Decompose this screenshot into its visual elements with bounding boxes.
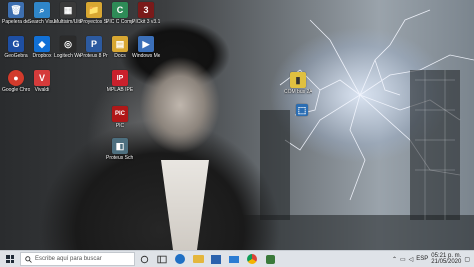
simulator-icon: ◧ xyxy=(112,138,128,154)
compiler-icon: C xyxy=(112,2,128,18)
desktop-icon-label: Logitech Webcam xyxy=(54,53,82,59)
desktop-icon-label: Docs xyxy=(114,53,126,59)
vivaldi-icon: V xyxy=(34,70,50,86)
wallpaper-collar xyxy=(161,160,209,250)
desktop-icon-label: Windows Media xyxy=(132,53,160,59)
clock-date: 21/05/2020 xyxy=(431,259,462,265)
pic-icon: PIC xyxy=(112,106,128,122)
desktop-icon-label: PIC xyxy=(115,123,125,129)
desktop-icon-pic-c-compiler[interactable]: C PIC C Compiler xyxy=(106,2,134,25)
desktop-icon-mplab-ipe[interactable]: IP MPLAB IPE xyxy=(106,70,134,93)
mplab-icon: IP xyxy=(112,70,128,86)
desktop-icon-label: Multisim/Ultiboard xyxy=(54,19,82,25)
desktop-icon-label: GeoGebra xyxy=(4,53,28,59)
cortana-button[interactable] xyxy=(135,251,153,267)
desktop-icon-label: PIC C Compiler xyxy=(106,19,134,25)
desktop-icon-dropbox[interactable]: ◆ Dropbox xyxy=(28,36,56,59)
desktop-icon-proteus[interactable]: P Proteus 8 Prof xyxy=(80,36,108,59)
desktop-icon-search-visual[interactable]: ⌕ Search Visual xyxy=(28,2,56,25)
desktop-icon-label: COM bus 2AH 20 M-3 xyxy=(284,89,312,95)
desktop-icon-shortcut[interactable]: ⬚ xyxy=(288,104,316,116)
desktop-icon-label: Proteus Sch Sim xyxy=(106,155,134,161)
mail-icon xyxy=(229,255,239,263)
folder-icon xyxy=(192,255,204,263)
taskbar-file-explorer[interactable] xyxy=(189,251,207,267)
desktop-icon-pickit3[interactable]: 3 PICkit 3 v3.10 xyxy=(132,2,160,25)
folder-icon: 📁 xyxy=(86,2,102,18)
desktop-icon-docs[interactable]: ▤ Docs xyxy=(106,36,134,59)
proteus-icon: P xyxy=(86,36,102,52)
windows-logo-icon xyxy=(6,255,14,263)
document-icon: ▤ xyxy=(112,36,128,52)
chrome-icon: ● xyxy=(8,70,24,86)
taskbar: Escribe aquí para buscar ⌃ ▭ ◁ ESP 05:21… xyxy=(0,250,474,267)
desktop-icon-proyectos-folder[interactable]: 📁 Proyectos Sist. Comp xyxy=(80,2,108,25)
desktop-icon-label: PICkit 3 v3.10 xyxy=(132,19,160,25)
desktop-icon-com-file[interactable]: ▮ COM bus 2AH 20 M-3 xyxy=(284,72,312,95)
network-icon[interactable]: ▭ xyxy=(400,256,406,263)
search-placeholder: Escribe aquí para buscar xyxy=(35,256,102,262)
desktop-icon-label: MPLAB IPE xyxy=(106,87,134,93)
taskbar-search-box[interactable]: Escribe aquí para buscar xyxy=(20,252,135,266)
desktop-icon-label: Vivaldi xyxy=(34,87,50,93)
desktop-icon-label: Google Chrome xyxy=(2,87,30,93)
system-tray: ⌃ ▭ ◁ ESP 05:21 p. m. 21/05/2020 ▢ xyxy=(392,251,474,267)
taskbar-edge[interactable] xyxy=(171,251,189,267)
dropbox-icon: ◆ xyxy=(34,36,50,52)
search-visual-icon: ⌕ xyxy=(34,2,50,18)
language-indicator[interactable]: ESP xyxy=(416,256,428,262)
taskbar-chrome[interactable] xyxy=(243,251,261,267)
desktop-icon-proteus-sim[interactable]: ◧ Proteus Sch Sim xyxy=(106,138,134,161)
pickit-icon: 3 xyxy=(138,2,154,18)
cortana-icon xyxy=(140,255,148,263)
start-button[interactable] xyxy=(0,251,20,267)
volume-icon[interactable]: ◁ xyxy=(409,256,414,263)
desktop-icon-label: Search Visual xyxy=(28,19,56,25)
desktop-icon-label: Papelera de reciclaje xyxy=(2,19,30,25)
taskbar-mail[interactable] xyxy=(225,251,243,267)
desktop-icon-geogebra[interactable]: G GeoGebra xyxy=(2,36,30,59)
store-icon xyxy=(211,254,221,264)
desktop-icon-label: Proteus 8 Prof xyxy=(80,53,108,59)
multisim-icon: ▦ xyxy=(60,2,76,18)
desktop-icon-multisim[interactable]: ▦ Multisim/Ultiboard xyxy=(54,2,82,25)
chrome-icon xyxy=(247,254,257,264)
desktop-icon-label: Dropbox xyxy=(32,53,52,59)
desktop-icon-vivaldi[interactable]: V Vivaldi xyxy=(28,70,56,93)
app-icon xyxy=(265,254,275,264)
desktop-icon-recycle-bin[interactable]: 🗑 Papelera de reciclaje xyxy=(2,2,30,25)
task-view-icon xyxy=(157,255,167,263)
taskbar-store[interactable] xyxy=(207,251,225,267)
desktop-icon-pic[interactable]: PIC PIC xyxy=(106,106,134,129)
webcam-icon: ◎ xyxy=(60,36,76,52)
desktop: 🗑 Papelera de reciclaje ⌕ Search Visual … xyxy=(0,0,474,250)
chevron-up-icon[interactable]: ⌃ xyxy=(392,256,397,263)
task-view-button[interactable] xyxy=(153,251,171,267)
desktop-icon-label: Proyectos Sist. Comp xyxy=(80,19,108,25)
file-icon: ▮ xyxy=(290,72,306,88)
notification-icon[interactable]: ▢ xyxy=(464,256,470,263)
search-icon xyxy=(25,255,32,263)
recycle-bin-icon: 🗑 xyxy=(8,2,24,18)
taskbar-app-extra[interactable] xyxy=(261,251,279,267)
edge-icon xyxy=(175,254,185,264)
clock[interactable]: 05:21 p. m. 21/05/2020 xyxy=(431,253,461,265)
shortcut-icon: ⬚ xyxy=(296,104,308,116)
geogebra-icon: G xyxy=(8,36,24,52)
desktop-icon-chrome[interactable]: ● Google Chrome xyxy=(2,70,30,93)
media-icon: ▶ xyxy=(138,36,154,52)
desktop-icon-logitech-webcam[interactable]: ◎ Logitech Webcam xyxy=(54,36,82,59)
desktop-icon-windows-media[interactable]: ▶ Windows Media xyxy=(132,36,160,59)
